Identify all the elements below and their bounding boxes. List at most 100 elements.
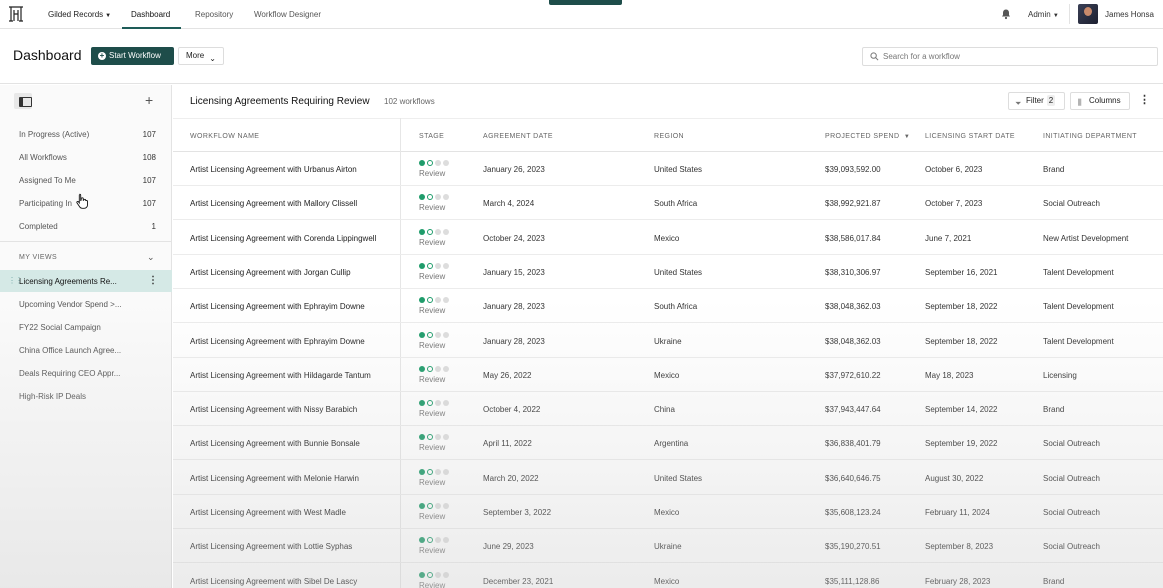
table-row[interactable]: Artist Licensing Agreement with Bunnie B… — [173, 426, 1163, 461]
workflow-name-cell[interactable]: Artist Licensing Agreement with Melonie … — [190, 474, 359, 483]
app-logo-icon[interactable] — [8, 6, 24, 22]
filter-icon: ⏷ — [1015, 99, 1022, 108]
columns-button[interactable]: ⫼ Columns — [1070, 92, 1130, 110]
sidebar-item-completed[interactable]: Completed 1 — [0, 218, 172, 234]
view-item-china-office-launch[interactable]: China Office Launch Agree... — [0, 339, 172, 361]
table-row[interactable]: Artist Licensing Agreement with West Mad… — [173, 495, 1163, 529]
column-header-stage[interactable]: STAGE — [419, 133, 444, 140]
sidebar-item-assigned-to-me[interactable]: Assigned To Me 107 — [0, 172, 172, 188]
region-cell: United States — [654, 165, 703, 174]
department-cell: Talent Development — [1043, 336, 1114, 346]
table-row[interactable]: Artist Licensing Agreement with Urbanus … — [173, 152, 1163, 186]
search-box[interactable] — [862, 47, 1158, 66]
view-item-licensing-agreements[interactable]: ⋮⋮ Licensing Agreements Re... ⋮ — [0, 270, 172, 292]
sidebar-item-all-workflows[interactable]: All Workflows 108 — [0, 149, 172, 165]
table-row[interactable]: Artist Licensing Agreement with Corenda … — [173, 221, 1163, 255]
licensing-start-date-cell: May 18, 2023 — [925, 370, 974, 380]
more-button[interactable]: More ⌄ — [178, 47, 224, 65]
column-header-projected-spend[interactable]: PROJECTED SPEND ▼ — [825, 133, 910, 140]
main-panel: Licensing Agreements Requiring Review 10… — [173, 85, 1163, 588]
workflow-name-cell[interactable]: Artist Licensing Agreement with West Mad… — [190, 508, 346, 517]
department-cell: Social Outreach — [1043, 508, 1100, 517]
view-item-label: High-Risk IP Deals — [19, 392, 86, 401]
stage-progress: Review — [419, 295, 459, 319]
stage-label: Review — [419, 169, 446, 178]
chevron-down-icon[interactable]: ⌄ — [147, 252, 155, 263]
department-cell: New Artist Development — [1043, 233, 1129, 243]
table-row[interactable]: Artist Licensing Agreement with Melonie … — [173, 461, 1163, 495]
page-header: Dashboard + Start Workflow More ⌄ — [0, 30, 1163, 84]
user-name[interactable]: James Honsa — [1105, 10, 1154, 19]
stage-label: Review — [419, 374, 446, 384]
search-input[interactable] — [883, 50, 1153, 63]
table-row[interactable]: Artist Licensing Agreement with Hildagar… — [173, 358, 1163, 392]
view-item-deals-requiring-ceo[interactable]: Deals Requiring CEO Appr... — [0, 362, 172, 384]
workflow-name-cell[interactable]: Artist Licensing Agreement with Hildagar… — [190, 371, 371, 380]
stage-dot-icon — [427, 331, 433, 338]
agreement-date-cell: June 29, 2023 — [483, 542, 534, 552]
agreement-date-cell: October 24, 2023 — [483, 233, 545, 243]
column-header-initiating-department[interactable]: INITIATING DEPARTMENT — [1043, 133, 1137, 140]
table-row[interactable]: Artist Licensing Agreement with Mallory … — [173, 186, 1163, 221]
stage-progress: Review — [419, 501, 459, 525]
workflow-name-cell[interactable]: Artist Licensing Agreement with Ephrayim… — [190, 337, 365, 346]
workflow-name-cell[interactable]: Artist Licensing Agreement with Bunnie B… — [190, 439, 360, 448]
stage-dot-icon — [443, 262, 449, 269]
column-header-agreement-date[interactable]: AGREEMENT DATE — [483, 133, 553, 140]
stage-dot-icon — [427, 160, 433, 166]
workflow-name-cell[interactable]: Artist Licensing Agreement with Jorgan C… — [190, 268, 351, 277]
sidebar-item-in-progress[interactable]: In Progress (Active) 107 — [0, 126, 172, 142]
workflow-name-cell[interactable]: Artist Licensing Agreement with Lottie S… — [190, 542, 352, 551]
view-item-fy22-social-campaign[interactable]: FY22 Social Campaign — [0, 316, 172, 338]
licensing-start-date-cell: September 19, 2022 — [925, 439, 998, 449]
column-header-region[interactable]: REGION — [654, 133, 684, 140]
bell-icon[interactable] — [1000, 8, 1012, 20]
active-tab-indicator — [122, 27, 181, 29]
workflow-name-cell[interactable]: Artist Licensing Agreement with Ephrayim… — [190, 302, 365, 311]
stage-dot-icon — [419, 365, 425, 372]
projected-spend-cell: $38,586,017.84 — [825, 233, 881, 243]
projected-spend-cell: $35,190,270.51 — [825, 542, 881, 552]
org-switcher[interactable]: Gilded Records ▼ — [48, 10, 111, 19]
kebab-menu-icon[interactable]: ⋮ — [148, 275, 158, 286]
nav-tab-dashboard[interactable]: Dashboard — [131, 10, 170, 19]
filter-button[interactable]: ⏷ Filter 2 — [1008, 92, 1065, 110]
licensing-start-date-cell: September 18, 2022 — [925, 336, 998, 346]
licensing-start-date-cell: February 28, 2023 — [925, 576, 991, 586]
region-cell: Mexico — [654, 233, 680, 243]
stage-dot-icon — [443, 194, 449, 201]
stage-dot-icon — [427, 434, 433, 441]
workflow-name-cell[interactable]: Artist Licensing Agreement with Corenda … — [190, 234, 376, 243]
table-row[interactable]: Artist Licensing Agreement with Ephrayim… — [173, 289, 1163, 324]
stage-dot-icon — [427, 297, 433, 304]
projected-spend-cell: $37,943,447.64 — [825, 405, 881, 415]
stage-dot-icon — [435, 468, 441, 475]
start-workflow-button[interactable]: + Start Workflow — [91, 47, 174, 65]
kebab-menu-icon[interactable]: ⋮ — [1139, 93, 1150, 106]
workflow-name-cell[interactable]: Artist Licensing Agreement with Nissy Ba… — [190, 405, 357, 414]
stage-progress: Review — [419, 398, 459, 422]
columns-icon: ⫼ — [1078, 98, 1082, 107]
add-view-icon[interactable]: + — [145, 92, 153, 108]
table-row[interactable]: Artist Licensing Agreement with Ephrayim… — [173, 324, 1163, 358]
workflow-name-cell[interactable]: Artist Licensing Agreement with Mallory … — [190, 199, 357, 208]
admin-menu[interactable]: Admin ▼ — [1028, 10, 1059, 19]
table-row[interactable]: Artist Licensing Agreement with Sibel De… — [173, 564, 1163, 588]
workflow-name-cell[interactable]: Artist Licensing Agreement with Urbanus … — [190, 165, 357, 174]
table-row[interactable]: Artist Licensing Agreement with Jorgan C… — [173, 255, 1163, 289]
avatar[interactable] — [1078, 4, 1098, 24]
nav-tab-repository[interactable]: Repository — [195, 10, 233, 19]
table-row[interactable]: Artist Licensing Agreement with Lottie S… — [173, 529, 1163, 564]
projected-spend-cell: $38,310,306.97 — [825, 267, 881, 277]
sidebar-toggle-icon[interactable] — [14, 93, 32, 109]
column-header-licensing-start-date[interactable]: LICENSING START DATE — [925, 133, 1015, 140]
view-item-upcoming-vendor-spend[interactable]: Upcoming Vendor Spend >... — [0, 293, 172, 315]
table-row[interactable]: Artist Licensing Agreement with Nissy Ba… — [173, 392, 1163, 427]
divider — [0, 241, 172, 242]
nav-tab-workflow-designer[interactable]: Workflow Designer — [254, 10, 321, 19]
workflow-name-cell[interactable]: Artist Licensing Agreement with Sibel De… — [190, 577, 357, 586]
column-header-workflow-name[interactable]: WORKFLOW NAME — [190, 133, 259, 140]
stage-dot-icon — [419, 571, 425, 578]
region-cell: Ukraine — [654, 542, 682, 552]
view-item-high-risk-ip[interactable]: High-Risk IP Deals — [0, 385, 172, 407]
